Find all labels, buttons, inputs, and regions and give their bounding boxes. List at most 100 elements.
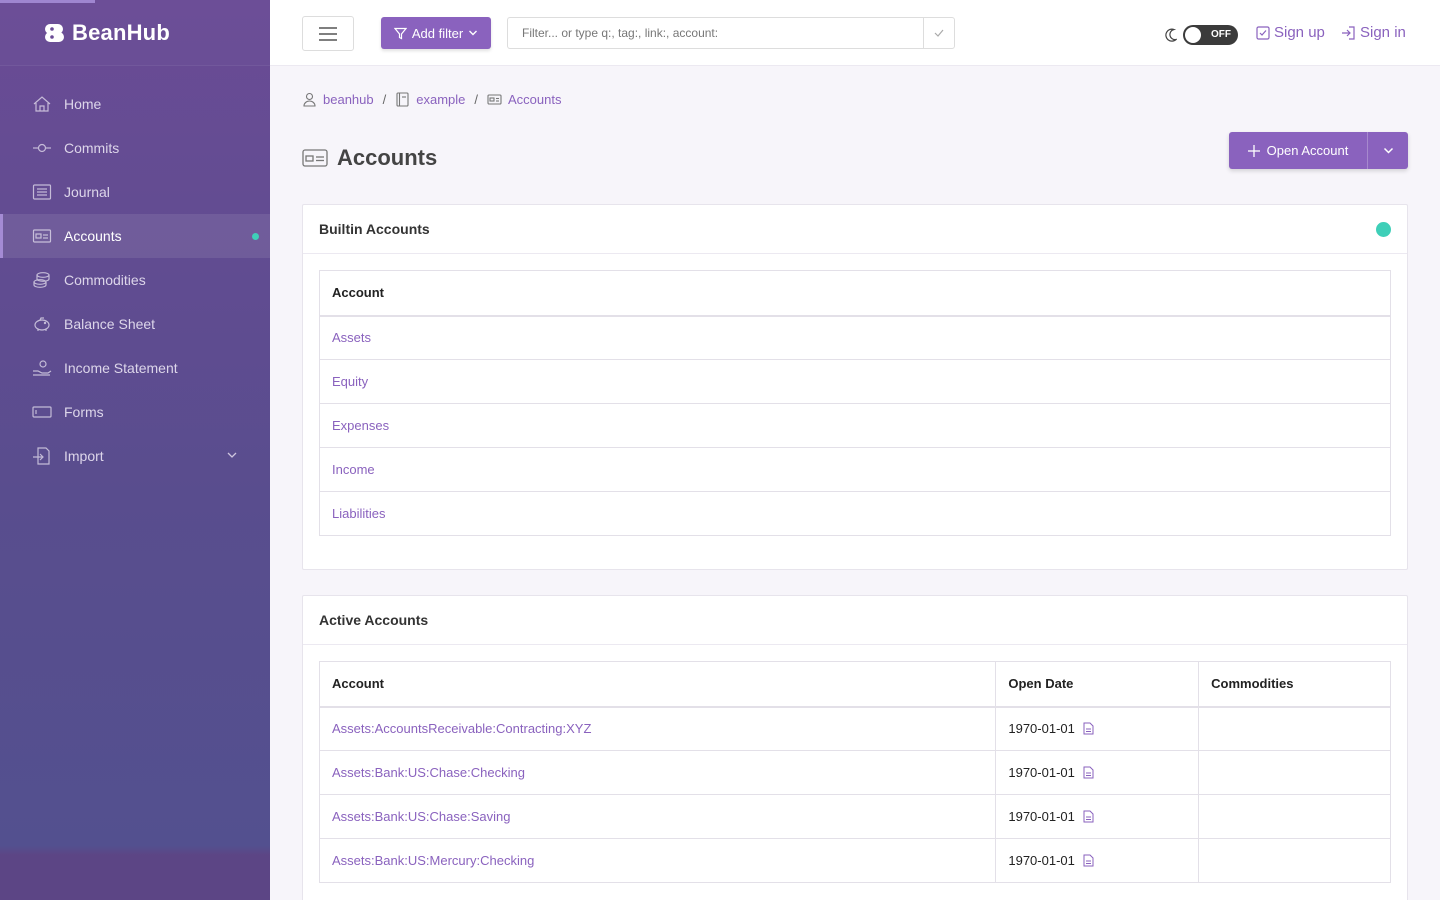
filter-icon <box>393 27 407 39</box>
sidebar-item-income-statement[interactable]: Income Statement <box>0 346 270 390</box>
file-icon[interactable] <box>1083 854 1094 867</box>
table-cell: 1970-01-01 <box>995 838 1200 883</box>
status-indicator <box>1376 222 1391 237</box>
sidebar-item-label: Balance Sheet <box>64 316 156 332</box>
account-link[interactable]: Equity <box>332 374 368 389</box>
sign-up-label: Sign up <box>1274 24 1325 41</box>
file-icon[interactable] <box>1083 810 1094 823</box>
account-link[interactable]: Assets:Bank:US:Mercury:Checking <box>332 853 534 868</box>
sidebar-item-label: Import <box>64 448 104 464</box>
sidebar-top-accent <box>0 0 95 3</box>
menu-toggle-button[interactable] <box>302 16 354 51</box>
card-title: Builtin Accounts <box>303 205 1407 254</box>
account-link[interactable]: Income <box>332 462 375 477</box>
sidebar-nav: Home Commits Journal Accounts Commoditie… <box>0 82 270 478</box>
breadcrumb-separator: / <box>382 91 387 107</box>
table-cell-commodities <box>1198 750 1391 795</box>
sidebar-item-label: Income Statement <box>64 360 178 376</box>
card-title-text: Active Accounts <box>319 612 429 628</box>
sign-up-link[interactable]: Sign up <box>1256 24 1325 41</box>
account-link[interactable]: Assets:Bank:US:Chase:Saving <box>332 809 510 824</box>
filter-input[interactable] <box>507 17 924 49</box>
chevron-down-icon[interactable] <box>226 449 238 461</box>
active-accounts-table: Account Open Date Commodities Assets:Acc… <box>318 661 1391 883</box>
theme-switch[interactable]: OFF <box>1165 25 1238 45</box>
form-icon <box>31 403 53 421</box>
sign-in-link[interactable]: Sign in <box>1341 24 1406 41</box>
account-link[interactable]: Expenses <box>332 418 389 433</box>
table-cell: Assets:AccountsReceivable:Contracting:XY… <box>318 706 997 751</box>
breadcrumb-repo[interactable]: example <box>416 92 465 107</box>
file-icon[interactable] <box>1083 766 1094 779</box>
accounts-icon <box>302 148 328 168</box>
active-accounts-card: Active Accounts Account Open Date Commod… <box>302 595 1408 900</box>
table-cell: Expenses <box>319 403 1391 448</box>
sidebar-item-forms[interactable]: Forms <box>0 390 270 434</box>
column-header-commodities: Commodities <box>1198 661 1391 708</box>
open-account-button[interactable]: Open Account <box>1229 132 1368 169</box>
chevron-down-icon <box>1383 147 1393 154</box>
column-header-account: Account <box>319 270 1391 317</box>
account-link[interactable]: Assets:Bank:US:Chase:Checking <box>332 765 525 780</box>
sidebar-item-label: Home <box>64 96 102 112</box>
sidebar-item-balance-sheet[interactable]: Balance Sheet <box>0 302 270 346</box>
home-icon <box>31 95 53 113</box>
table-cell-commodities <box>1198 794 1391 839</box>
sidebar-item-journal[interactable]: Journal <box>0 170 270 214</box>
breadcrumb-current[interactable]: Accounts <box>508 92 561 107</box>
table-cell: Assets <box>319 315 1391 360</box>
check-square-icon <box>1256 25 1270 40</box>
table-row: Assets:AccountsReceivable:Contracting:XY… <box>318 706 1391 751</box>
book-icon <box>395 91 410 107</box>
brand[interactable]: BeanHub <box>0 0 270 66</box>
beanhub-logo-icon <box>45 23 64 42</box>
account-link[interactable]: Liabilities <box>332 506 385 521</box>
table-row: Income <box>319 447 1391 492</box>
sidebar-item-label: Commodities <box>64 272 146 288</box>
dark-mode-toggle[interactable]: OFF <box>1183 25 1238 45</box>
breadcrumb-separator: / <box>474 91 479 107</box>
coins-icon <box>31 271 53 289</box>
sidebar-item-home[interactable]: Home <box>0 82 270 126</box>
hamburger-icon <box>319 26 337 41</box>
sidebar-item-accounts[interactable]: Accounts <box>0 214 270 258</box>
sidebar-item-label: Journal <box>64 184 110 200</box>
brand-name: BeanHub <box>72 19 170 45</box>
active-indicator-dot <box>252 232 259 240</box>
table-cell-commodities <box>1198 706 1391 751</box>
open-account-dropdown-toggle[interactable] <box>1368 132 1408 169</box>
table-cell: 1970-01-01 <box>995 794 1200 839</box>
account-link[interactable]: Assets <box>332 330 371 345</box>
breadcrumb-user[interactable]: beanhub <box>323 92 374 107</box>
table-cell: Assets:Bank:US:Chase:Saving <box>318 794 997 839</box>
table-row: Equity <box>319 359 1391 404</box>
table-cell: Liabilities <box>319 491 1391 536</box>
table-cell: Equity <box>319 359 1391 404</box>
account-link[interactable]: Assets:AccountsReceivable:Contracting:XY… <box>332 721 591 736</box>
sidebar-item-commits[interactable]: Commits <box>0 126 270 170</box>
commit-icon <box>31 139 53 157</box>
add-filter-label: Add filter <box>411 25 464 41</box>
table-cell-commodities <box>1198 838 1391 883</box>
open-date: 1970-01-01 <box>1008 809 1075 824</box>
table-header-row: Account <box>319 270 1391 317</box>
builtin-accounts-card: Builtin Accounts Account Assets Equity E… <box>302 204 1408 570</box>
open-date: 1970-01-01 <box>1008 721 1075 737</box>
chevron-down-icon <box>469 30 478 36</box>
page-title: Accounts <box>302 145 437 171</box>
apply-filter-button[interactable] <box>923 17 955 49</box>
sidebar-item-commodities[interactable]: Commodities <box>0 258 270 302</box>
table-row: Assets:Bank:US:Chase:Saving 1970-01-01 <box>318 794 1391 839</box>
table-cell: Assets:Bank:US:Chase:Checking <box>318 750 997 795</box>
sidebar-item-import[interactable]: Import <box>0 434 270 478</box>
open-account-label: Open Account <box>1266 143 1349 158</box>
page-header: Accounts Open Account <box>302 132 1408 197</box>
table-row: Assets <box>319 315 1391 360</box>
file-icon[interactable] <box>1083 722 1094 735</box>
table-row: Assets:Bank:US:Mercury:Checking 1970-01-… <box>318 838 1391 883</box>
add-filter-button[interactable]: Add filter <box>381 17 491 49</box>
hand-coin-icon <box>31 359 53 377</box>
toggle-state: OFF <box>1211 29 1231 40</box>
open-date: 1970-01-01 <box>1008 853 1075 868</box>
table-row: Liabilities <box>319 491 1391 536</box>
